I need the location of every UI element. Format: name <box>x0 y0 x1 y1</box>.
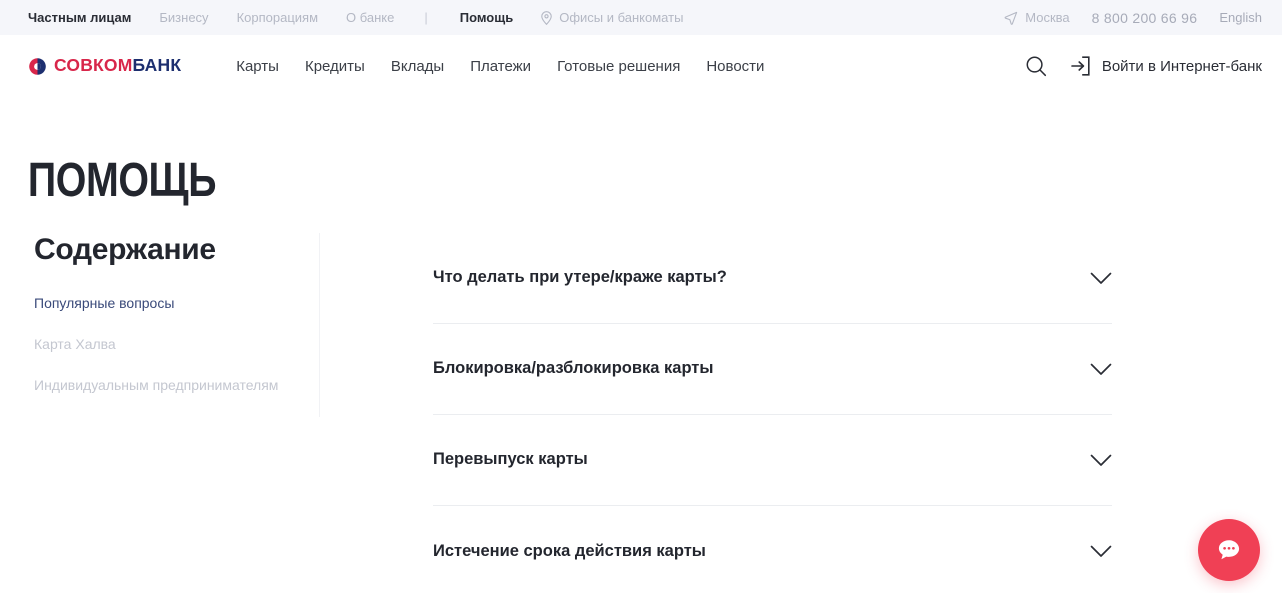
faq-item-card-reissue[interactable]: Перевыпуск карты <box>433 415 1112 506</box>
page-title: ПОМОЩЬ <box>27 154 217 207</box>
search-icon <box>1026 56 1046 77</box>
chevron-down-icon <box>1090 545 1112 557</box>
page-body: Содержание Популярные вопросы Карта Халв… <box>0 205 1282 593</box>
login-label: Войти в Интернет-банк <box>1101 57 1262 75</box>
search-button[interactable] <box>1019 49 1053 83</box>
map-pin-icon <box>541 10 552 25</box>
offices-atms-label: Офисы и банкоматы <box>559 10 684 25</box>
faq-question: Блокировка/разблокировка карты <box>433 359 714 378</box>
sidebar-item-individual-entrepreneurs[interactable]: Индивидуальным предпринимателям <box>34 376 278 394</box>
faq-content: Что делать при утере/краже карты? Блокир… <box>320 233 1282 593</box>
faq-question: Перевыпуск карты <box>433 450 588 469</box>
language-switch[interactable]: English <box>1219 11 1262 24</box>
sign-in-icon <box>1071 56 1090 76</box>
faq-item-block-unblock-card[interactable]: Блокировка/разблокировка карты <box>433 324 1112 415</box>
top-link-offices-atms[interactable]: Офисы и банкоматы <box>527 10 697 25</box>
chevron-down-icon <box>1090 454 1112 466</box>
faq-accordion: Что делать при утере/краже карты? Блокир… <box>433 233 1112 593</box>
nav-item-credits[interactable]: Кредиты <box>292 58 378 75</box>
logo-text-bank: БАНК <box>132 55 182 76</box>
sidebar-nav: Популярные вопросы Карта Халва Индивидуа… <box>34 294 295 395</box>
sovcombank-logo-mark <box>29 57 46 75</box>
logo-wordmark: СОВКОМБАНК <box>54 57 181 75</box>
nav-item-payments[interactable]: Платежи <box>457 58 544 75</box>
logo[interactable]: СОВКОМБАНК <box>28 57 181 76</box>
sidebar-item-halva-card[interactable]: Карта Халва <box>34 335 116 353</box>
city-selector[interactable]: Москва <box>990 11 1091 25</box>
list-item: Популярные вопросы <box>34 294 295 313</box>
top-link-business[interactable]: Бизнесу <box>145 11 222 24</box>
faq-question: Что делать при утере/краже карты? <box>433 268 727 287</box>
nav-item-cards[interactable]: Карты <box>223 58 292 75</box>
top-link-individuals[interactable]: Частным лицам <box>28 11 145 24</box>
chat-support-button[interactable] <box>1198 519 1260 581</box>
internet-bank-login[interactable]: Войти в Интернет-банк <box>1069 55 1262 77</box>
main-header: СОВКОМБАНК Карты Кредиты Вклады Платежи … <box>0 35 1282 97</box>
faq-question: Истечение срока действия карты <box>433 541 706 560</box>
top-link-corporations[interactable]: Корпорациям <box>223 11 332 24</box>
sidebar-title: Содержание <box>34 233 216 266</box>
top-link-help[interactable]: Помощь <box>446 11 527 24</box>
nav-item-ready-solutions[interactable]: Готовые решения <box>544 58 693 75</box>
sidebar-item-popular-questions[interactable]: Популярные вопросы <box>34 294 174 312</box>
nav-item-deposits[interactable]: Вклады <box>378 58 457 75</box>
faq-item-lost-stolen-card[interactable]: Что делать при утере/краже карты? <box>433 233 1112 324</box>
top-utility-bar: Частным лицам Бизнесу Корпорациям О банк… <box>0 0 1282 35</box>
sidebar: Содержание Популярные вопросы Карта Халв… <box>0 233 320 417</box>
navigation-arrow-icon <box>1004 11 1018 25</box>
top-link-about-bank[interactable]: О банке <box>332 11 408 24</box>
chevron-down-icon <box>1090 272 1112 284</box>
main-navigation: Карты Кредиты Вклады Платежи Готовые реш… <box>223 58 777 75</box>
header-right-group: Войти в Интернет-банк <box>1019 49 1262 83</box>
topbar-right-group: Москва 8 800 200 66 96 English <box>990 11 1262 25</box>
city-label: Москва <box>1025 10 1070 25</box>
nav-item-news[interactable]: Новости <box>693 58 777 75</box>
list-item: Индивидуальным предпринимателям <box>34 376 295 395</box>
logo-text-sovcom: СОВКОМ <box>54 55 133 76</box>
list-item: Карта Халва <box>34 335 295 354</box>
chat-bubble-icon <box>1218 540 1240 560</box>
support-phone[interactable]: 8 800 200 66 96 <box>1092 11 1220 25</box>
faq-item-card-expiry[interactable]: Истечение срока действия карты <box>433 506 1112 593</box>
chevron-down-icon <box>1090 363 1112 375</box>
top-divider: | <box>424 10 428 25</box>
audience-nav: Частным лицам Бизнесу Корпорациям О банк… <box>28 10 697 25</box>
